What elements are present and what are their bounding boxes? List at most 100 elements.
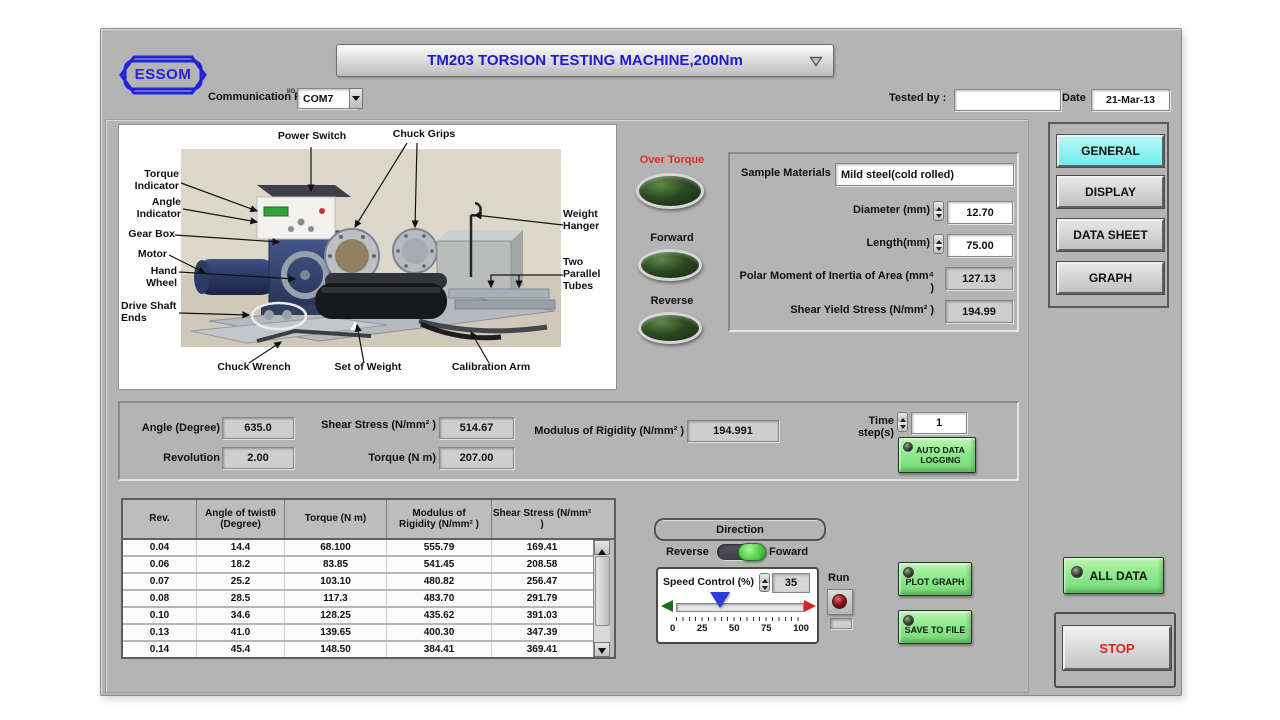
forward-label: Forward [636, 232, 708, 244]
auto-logging-led [903, 442, 913, 452]
stop-button[interactable]: STOP [1063, 626, 1171, 670]
save-to-file-led [903, 615, 914, 626]
screenshot-root: { "header": { "logo_text": "ESSOM", "tit… [0, 0, 1280, 720]
machine-label-chuck-grips: Chuck Grips [381, 129, 467, 141]
speed-spinner[interactable] [759, 573, 770, 592]
col-header-shear: Shear Stress (N/mm² ) [492, 500, 592, 538]
plot-graph-led [903, 567, 914, 578]
machine-photo [119, 125, 616, 389]
auto-data-logging-button[interactable]: AUTO DATA LOGGING [898, 437, 976, 473]
reverse-label: Reverse [636, 295, 708, 307]
time-step-input[interactable]: 1 [911, 412, 967, 434]
machine-diagram-panel: Power Switch Chuck Grips Torque Indicato… [118, 124, 617, 390]
direction-title: Direction [654, 518, 826, 541]
diameter-input[interactable]: 12.70 [947, 201, 1013, 224]
over-torque-label: Over Torque [636, 154, 708, 166]
angle-field: 635.0 [222, 417, 294, 439]
date-label: Date [1062, 92, 1086, 104]
stop-frame: STOP [1054, 612, 1176, 688]
speed-slider-track[interactable] [676, 603, 804, 612]
run-button-base [830, 618, 852, 629]
modulus-field: 194.991 [687, 420, 779, 442]
save-to-file-button[interactable]: SAVE TO FILE [898, 610, 972, 644]
speed-input[interactable]: 35 [772, 573, 810, 593]
col-header-rev: Rev. [123, 500, 197, 538]
logo-text: ESSOM [118, 66, 208, 83]
col-header-torque: Torque (N m) [285, 500, 387, 538]
diameter-label: Diameter (mm) [768, 204, 930, 216]
run-label: Run [828, 572, 849, 584]
tab-graph[interactable]: GRAPH [1057, 262, 1164, 294]
angle-label: Angle (Degree) [128, 422, 220, 434]
length-input[interactable]: 75.00 [947, 234, 1013, 257]
speed-slider-thumb[interactable] [710, 592, 730, 608]
modulus-label: Modulus of Rigidity (N/mm² ) [524, 425, 684, 437]
shear-stress-field: 514.67 [439, 417, 514, 439]
toggle-knob[interactable] [738, 543, 766, 561]
title-ring-selector[interactable]: TM203 TORSION TESTING MACHINE,200Nm [336, 44, 834, 77]
length-label: Length(mm) [768, 237, 930, 249]
machine-label-power-switch: Power Switch [267, 131, 357, 143]
scroll-down-button[interactable] [594, 642, 610, 657]
slider-scale: 0 25 50 75 100 [670, 623, 809, 634]
machine-label-weight-hanger: Weight Hanger [563, 209, 615, 233]
sample-panel: Sample Materials Mild steel(cold rolled)… [728, 152, 1019, 332]
tab-display[interactable]: DISPLAY [1057, 176, 1164, 208]
tab-general[interactable]: GENERAL [1057, 135, 1164, 167]
run-button[interactable] [827, 589, 853, 615]
machine-label-angle-indicator: Angle Indicator [125, 197, 181, 221]
machine-label-motor: Motor [123, 249, 167, 261]
table-row: 0.0725.2103.10480.82256.47 [123, 574, 593, 591]
machine-label-hand-wheel: Hand Wheel [119, 266, 177, 290]
comm-port-dropdown-button[interactable] [349, 88, 363, 109]
tab-data-sheet[interactable]: DATA SHEET [1057, 219, 1164, 251]
machine-label-two-parallel-tubes: Two Parallel Tubes [563, 257, 617, 292]
machine-label-gear-box: Gear Box [123, 229, 175, 241]
direction-forward-label: Foward [769, 546, 808, 558]
direction-toggle[interactable] [717, 544, 763, 560]
scroll-up-button[interactable] [594, 540, 610, 555]
table-row: 0.0414.468.100555.79169.41 [123, 540, 593, 557]
machine-label-torque-indicator: Torque Indicator [121, 169, 179, 193]
speed-control-panel: Speed Control (%) 35 0 25 50 75 100 [656, 567, 819, 644]
length-spinner[interactable] [933, 234, 944, 254]
torque-field: 207.00 [439, 447, 514, 469]
readouts-panel: Angle (Degree) 635.0 Revolution 2.00 She… [118, 401, 1019, 481]
slider-ticks [676, 617, 803, 621]
table-row: 0.1034.6128.25435.62391.03 [123, 608, 593, 625]
app-window: ESSOM TM203 TORSION TESTING MACHINE,200N… [100, 28, 1182, 696]
shear-yield-field: 194.99 [945, 300, 1013, 323]
reverse-led [638, 312, 702, 344]
tested-by-input[interactable] [954, 89, 1061, 111]
plot-graph-button[interactable]: PLOT GRAPH [898, 562, 972, 596]
run-led [832, 594, 847, 609]
sample-materials-input[interactable]: Mild steel(cold rolled) [835, 163, 1014, 186]
nav-frame: GENERAL DISPLAY DATA SHEET GRAPH [1048, 122, 1169, 308]
table-row: 0.1445.4148.50384.41369.41 [123, 642, 593, 657]
col-header-angle: Angle of twistθ (Degree) [197, 500, 285, 538]
time-step-label: Time step(s) [832, 415, 894, 439]
speed-control-label: Speed Control (%) [663, 576, 754, 588]
polar-moment-label: Polar Moment of Inertia of Area (mm⁴ ) [734, 270, 934, 294]
polar-moment-field: 127.13 [945, 267, 1013, 290]
torque-label: Torque (N m) [360, 452, 436, 464]
table-scrollbar[interactable] [593, 540, 610, 657]
time-step-spinner[interactable] [897, 412, 908, 432]
all-data-button[interactable]: ALL DATA [1063, 557, 1164, 594]
dropdown-arrow-icon [809, 54, 823, 72]
date-field[interactable]: 21-Mar-13 [1091, 89, 1170, 111]
scroll-thumb[interactable] [595, 556, 610, 626]
shear-stress-label: Shear Stress (N/mm² ) [318, 419, 436, 431]
all-data-led [1071, 566, 1083, 578]
forward-led [638, 249, 702, 281]
sample-materials-label: Sample Materials [741, 167, 831, 179]
page-title: TM203 TORSION TESTING MACHINE,200Nm [427, 52, 743, 69]
over-torque-led [636, 173, 704, 209]
diameter-spinner[interactable] [933, 201, 944, 221]
direction-reverse-label: Reverse [666, 546, 709, 558]
revolution-label: Revolution [128, 452, 220, 464]
shear-yield-label: Shear Yield Stress (N/mm² ) [772, 304, 934, 316]
machine-label-calibration-arm: Calibration Arm [443, 362, 539, 374]
comm-port-select[interactable]: COM7 [297, 88, 356, 109]
machine-label-set-of-weight: Set of Weight [325, 362, 411, 374]
